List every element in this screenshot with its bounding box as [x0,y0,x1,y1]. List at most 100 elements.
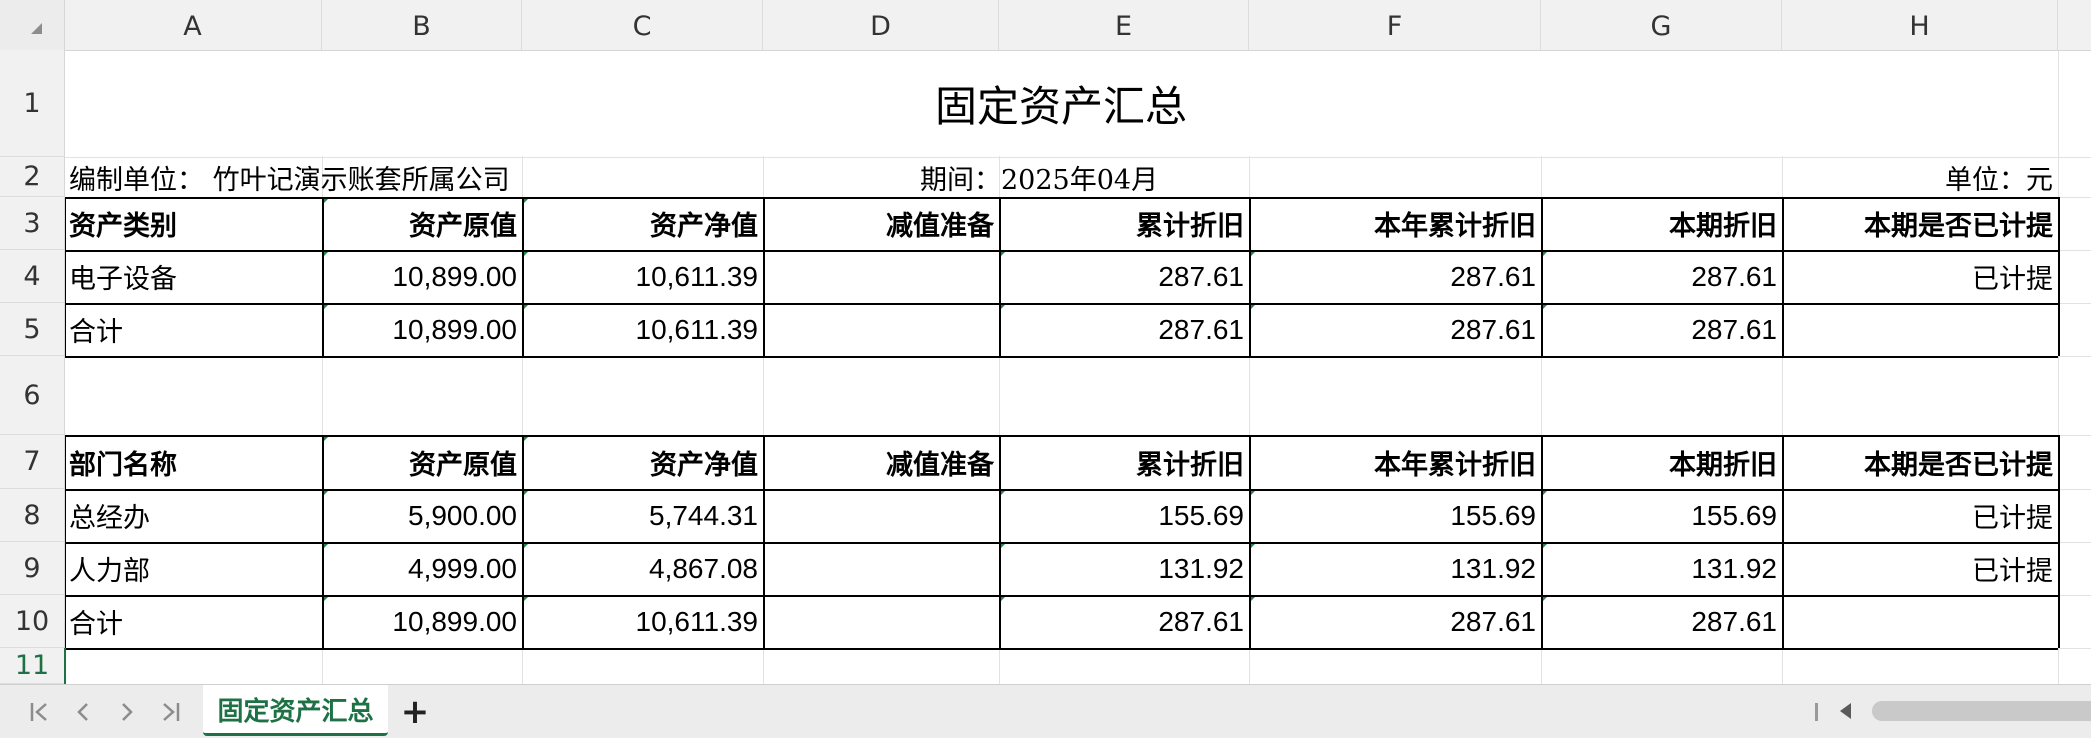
table-border-h [64,435,2058,437]
table-border-v [1782,197,1784,356]
department-cell[interactable]: 287.61 [1541,595,1782,648]
department-header-3[interactable]: 减值准备 [763,435,999,489]
asset-type-cell[interactable]: 287.61 [1541,303,1782,356]
department-row-label[interactable]: 合计 [64,595,322,648]
department-row-label[interactable]: 人力部 [64,542,322,595]
table-border-v [999,435,1001,648]
department-cell[interactable]: 155.69 [1541,489,1782,542]
row-header-3[interactable]: 3 [0,197,64,250]
last-sheet-icon[interactable] [150,685,190,738]
asset-type-cell[interactable]: 287.61 [1249,250,1541,303]
asset-type-cell[interactable]: 287.61 [999,250,1249,303]
department-header-5[interactable]: 本年累计折旧 [1249,435,1541,489]
text-format-indicator [1000,543,1006,549]
department-cell[interactable]: 131.92 [1249,542,1541,595]
department-cell[interactable]: 已计提 [1782,542,2058,595]
row-header-5[interactable]: 5 [0,303,64,356]
sheet-tab-fixed-assets[interactable]: 固定资产汇总 [203,685,388,736]
asset-type-header-0[interactable]: 资产类别 [64,197,322,250]
department-cell[interactable]: 155.69 [1249,489,1541,542]
text-format-indicator [1542,543,1548,549]
department-cell[interactable]: 10,899.00 [322,595,522,648]
asset-type-cell[interactable]: 287.61 [999,303,1249,356]
row-header-1[interactable]: 1 [0,50,64,157]
column-header-a[interactable]: A [64,0,322,50]
scroll-left-icon[interactable] [1840,703,1851,719]
asset-type-header-2[interactable]: 资产净值 [522,197,763,250]
row-header-9[interactable]: 9 [0,542,64,595]
department-cell[interactable] [763,489,999,542]
horizontal-scrollbar-thumb[interactable] [1872,701,2091,721]
text-format-indicator [523,436,529,442]
column-header-h[interactable]: H [1782,0,2058,50]
asset-type-header-4[interactable]: 累计折旧 [999,197,1249,250]
prev-sheet-icon[interactable] [63,685,103,738]
asset-type-cell[interactable]: 10,899.00 [322,250,522,303]
add-sheet-button[interactable]: + [400,685,430,738]
department-header-2[interactable]: 资产净值 [522,435,763,489]
department-header-7[interactable]: 本期是否已计提 [1782,435,2058,489]
text-format-indicator [323,198,329,204]
asset-type-cell[interactable]: 10,899.00 [322,303,522,356]
department-cell[interactable] [1782,595,2058,648]
asset-type-row-label[interactable]: 合计 [64,303,322,356]
department-cell[interactable]: 4,867.08 [522,542,763,595]
spreadsheet-grid[interactable]: 固定资产汇总 编制单位： 竹叶记演示账套所属公司 期间：2025年04月 单位：元 资产… [0,0,2091,685]
text-format-indicator [523,198,529,204]
first-sheet-icon[interactable] [20,685,60,738]
asset-type-header-7[interactable]: 本期是否已计提 [1782,197,2058,250]
table-border-h [64,303,2058,305]
department-cell[interactable] [763,595,999,648]
asset-type-header-5[interactable]: 本年累计折旧 [1249,197,1541,250]
column-header-b[interactable]: B [322,0,522,50]
asset-type-header-6[interactable]: 本期折旧 [1541,197,1782,250]
sheet-title: 固定资产汇总 [934,82,1187,131]
scroll-separator[interactable] [1815,703,1818,721]
asset-type-cell[interactable]: 287.61 [1541,250,1782,303]
asset-type-cell[interactable]: 10,611.39 [522,303,763,356]
column-header-d[interactable]: D [763,0,999,50]
row-header-2[interactable]: 2 [0,157,64,197]
row-header-8[interactable]: 8 [0,489,64,542]
department-cell[interactable]: 131.92 [999,542,1249,595]
text-format-indicator [523,304,529,310]
column-header-f[interactable]: F [1249,0,1541,50]
text-format-indicator [1542,304,1548,310]
asset-type-cell[interactable]: 已计提 [1782,250,2058,303]
department-cell[interactable]: 155.69 [999,489,1249,542]
department-header-4[interactable]: 累计折旧 [999,435,1249,489]
department-row-label[interactable]: 总经办 [64,489,322,542]
next-sheet-icon[interactable] [107,685,147,738]
row-header-7[interactable]: 7 [0,435,64,489]
department-header-1[interactable]: 资产原值 [322,435,522,489]
asset-type-row-label[interactable]: 电子设备 [64,250,322,303]
asset-type-cell[interactable]: 287.61 [1249,303,1541,356]
asset-type-header-1[interactable]: 资产原值 [322,197,522,250]
row-header-11[interactable]: 11 [0,648,64,684]
department-cell[interactable] [763,542,999,595]
row-header-4[interactable]: 4 [0,250,64,303]
department-cell[interactable]: 5,900.00 [322,489,522,542]
row-header-10[interactable]: 10 [0,595,64,648]
asset-type-cell[interactable] [1782,303,2058,356]
asset-type-cell[interactable]: 10,611.39 [522,250,763,303]
column-header-e[interactable]: E [999,0,1249,50]
department-cell[interactable]: 4,999.00 [322,542,522,595]
row-header-6[interactable]: 6 [0,356,64,435]
department-cell[interactable]: 287.61 [1249,595,1541,648]
department-cell[interactable]: 131.92 [1541,542,1782,595]
asset-type-cell[interactable] [763,303,999,356]
department-cell[interactable]: 5,744.31 [522,489,763,542]
department-header-6[interactable]: 本期折旧 [1541,435,1782,489]
department-cell[interactable]: 已计提 [1782,489,2058,542]
column-header-c[interactable]: C [522,0,763,50]
select-all-corner[interactable] [0,0,65,50]
department-cell[interactable]: 10,611.39 [522,595,763,648]
table-border-v [322,435,324,648]
column-header-bar: ABCDEFGH [0,0,2091,51]
asset-type-cell[interactable] [763,250,999,303]
asset-type-header-3[interactable]: 减值准备 [763,197,999,250]
department-cell[interactable]: 287.61 [999,595,1249,648]
column-header-g[interactable]: G [1541,0,1782,50]
department-header-0[interactable]: 部门名称 [64,435,322,489]
